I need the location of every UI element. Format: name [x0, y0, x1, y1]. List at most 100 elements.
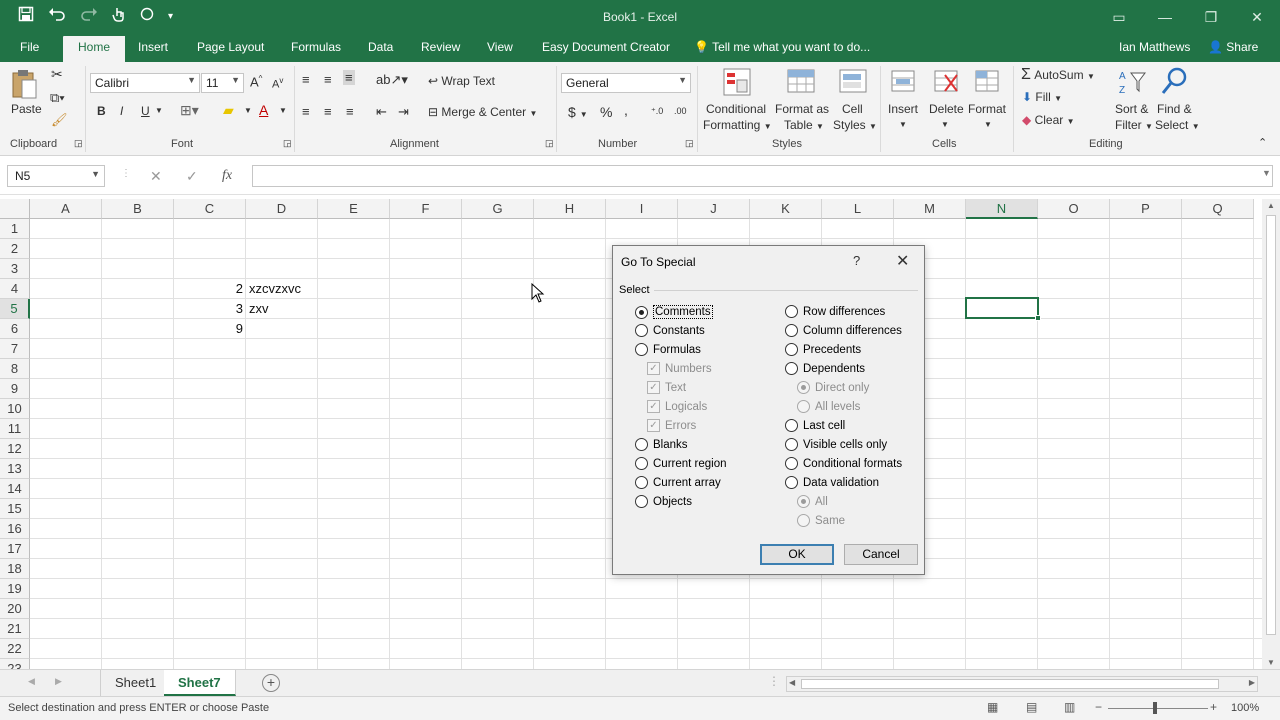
- row-header-2[interactable]: 2: [0, 239, 30, 259]
- formula-input[interactable]: [252, 165, 1273, 187]
- insert-cells-icon[interactable]: [888, 67, 918, 97]
- column-header-n[interactable]: N: [966, 199, 1038, 219]
- increase-indent-icon[interactable]: ⇥: [398, 104, 409, 120]
- collapse-ribbon-icon[interactable]: ⌃: [1258, 136, 1267, 149]
- paste-label[interactable]: Paste: [11, 102, 42, 116]
- row-header-1[interactable]: 1: [0, 219, 30, 239]
- align-left-icon[interactable]: ≡: [302, 104, 310, 119]
- tab-formulas[interactable]: Formulas: [291, 40, 341, 54]
- delete-cells-label[interactable]: Delete: [929, 102, 964, 116]
- format-cells-label[interactable]: Format: [968, 102, 1006, 116]
- zoom-out-icon[interactable]: −: [1095, 700, 1102, 714]
- find-select-icon[interactable]: [1160, 66, 1190, 96]
- radio-column-differences[interactable]: Column differences: [785, 324, 902, 337]
- radio-conditional-formats[interactable]: Conditional formats: [785, 457, 902, 470]
- row-header-15[interactable]: 15: [0, 499, 30, 519]
- name-box[interactable]: N5 ▼: [7, 165, 105, 187]
- row-header-13[interactable]: 13: [0, 459, 30, 479]
- expand-formula-bar-icon[interactable]: ▼: [1262, 168, 1271, 178]
- close-icon[interactable]: ✕: [1234, 0, 1280, 36]
- chevron-down-icon[interactable]: ▼: [941, 120, 949, 129]
- align-top-icon[interactable]: ≡: [302, 72, 310, 87]
- zoom-in-icon[interactable]: +: [1210, 700, 1217, 714]
- scroll-up-icon[interactable]: ▲: [1267, 201, 1275, 210]
- radio-current-array[interactable]: Current array: [635, 476, 721, 489]
- column-header-h[interactable]: H: [534, 199, 606, 219]
- minimize-icon[interactable]: —: [1142, 0, 1188, 36]
- scroll-down-icon[interactable]: ▼: [1267, 658, 1275, 667]
- chevron-down-icon[interactable]: ▼: [984, 120, 992, 129]
- restore-icon[interactable]: ❐: [1188, 0, 1234, 36]
- row-header-23[interactable]: 23: [0, 659, 30, 669]
- row-header-20[interactable]: 20: [0, 599, 30, 619]
- active-cell-n5[interactable]: [965, 297, 1041, 321]
- number-launcher-icon[interactable]: ◲: [685, 138, 694, 149]
- tell-me-search[interactable]: 💡 Tell me what you want to do...: [694, 40, 870, 54]
- radio-button-icon[interactable]: [785, 476, 798, 489]
- row-header-11[interactable]: 11: [0, 419, 30, 439]
- column-header-c[interactable]: C: [174, 199, 246, 219]
- radio-visible-cells-only[interactable]: Visible cells only: [785, 438, 887, 451]
- wrap-text-button[interactable]: ↩ Wrap Text: [428, 74, 495, 88]
- delete-cells-icon[interactable]: [931, 67, 961, 97]
- borders-icon[interactable]: ⊞▾: [180, 102, 199, 119]
- font-size-combo[interactable]: 11 ▼: [201, 73, 244, 93]
- currency-button[interactable]: $ ▼: [568, 104, 588, 120]
- row-header-17[interactable]: 17: [0, 539, 30, 559]
- row-header-21[interactable]: 21: [0, 619, 30, 639]
- cell-d4[interactable]: xzcvzxvc: [249, 279, 315, 299]
- ribbon-display-icon[interactable]: ▭: [1096, 0, 1142, 36]
- column-header-g[interactable]: G: [462, 199, 534, 219]
- decrease-decimal-icon[interactable]: .00: [674, 106, 687, 116]
- tab-file[interactable]: File: [20, 40, 39, 54]
- grow-font-icon[interactable]: A^: [250, 74, 262, 89]
- tab-insert[interactable]: Insert: [138, 40, 168, 54]
- vertical-scrollbar[interactable]: ▲ ▼: [1262, 199, 1280, 669]
- page-layout-view-icon[interactable]: ▤: [1026, 700, 1037, 714]
- close-icon[interactable]: ✕: [896, 251, 909, 271]
- align-bottom-icon[interactable]: ≡: [343, 70, 355, 85]
- cell-c5[interactable]: 3: [177, 299, 243, 319]
- format-painter-icon[interactable]: 🖌: [51, 112, 68, 128]
- column-header-e[interactable]: E: [318, 199, 390, 219]
- radio-comments[interactable]: Comments: [635, 305, 713, 319]
- column-header-m[interactable]: M: [894, 199, 966, 219]
- chevron-down-icon[interactable]: ▼: [279, 106, 287, 115]
- zoom-slider[interactable]: [1108, 708, 1208, 709]
- orientation-icon[interactable]: ab↗▾: [376, 72, 408, 88]
- row-header-18[interactable]: 18: [0, 559, 30, 579]
- format-as-table-label-1[interactable]: Format as: [775, 102, 829, 116]
- bold-button[interactable]: B: [97, 104, 106, 118]
- row-header-19[interactable]: 19: [0, 579, 30, 599]
- row-header-10[interactable]: 10: [0, 399, 30, 419]
- alignment-launcher-icon[interactable]: ◲: [545, 138, 554, 149]
- align-center-icon[interactable]: ≡: [324, 104, 332, 119]
- sheet-tab-sheet1[interactable]: Sheet1: [100, 670, 172, 696]
- page-break-view-icon[interactable]: ▥: [1064, 700, 1075, 714]
- align-right-icon[interactable]: ≡: [346, 104, 354, 119]
- format-as-table-label-2[interactable]: Table ▼: [784, 118, 824, 132]
- help-button[interactable]: ?: [853, 253, 860, 268]
- ok-button[interactable]: OK: [760, 544, 834, 565]
- radio-row-differences[interactable]: Row differences: [785, 305, 885, 318]
- radio-button-icon[interactable]: [785, 343, 798, 356]
- cell-c6[interactable]: 9: [177, 319, 243, 339]
- cell-styles-icon[interactable]: [838, 67, 868, 97]
- increase-decimal-icon[interactable]: ⁺.0: [651, 106, 663, 117]
- radio-precedents[interactable]: Precedents: [785, 343, 861, 356]
- comma-button[interactable]: ,: [624, 102, 628, 118]
- cell-styles-label-2[interactable]: Styles ▼: [833, 118, 877, 132]
- sort-filter-label-2[interactable]: Filter ▼: [1115, 118, 1153, 132]
- font-color-icon[interactable]: A: [259, 102, 268, 118]
- zoom-slider-thumb[interactable]: [1153, 702, 1157, 714]
- row-header-14[interactable]: 14: [0, 479, 30, 499]
- paste-icon[interactable]: [10, 68, 40, 99]
- enter-entry-icon[interactable]: ✓: [186, 168, 198, 185]
- radio-formulas[interactable]: Formulas: [635, 343, 701, 356]
- zoom-level[interactable]: 100%: [1231, 702, 1259, 714]
- column-header-i[interactable]: I: [606, 199, 678, 219]
- tab-easy-document-creator[interactable]: Easy Document Creator: [542, 40, 670, 54]
- radio-button-icon[interactable]: [635, 457, 648, 470]
- tab-split-handle-icon[interactable]: ⋮: [768, 674, 780, 688]
- tab-view[interactable]: View: [487, 40, 513, 54]
